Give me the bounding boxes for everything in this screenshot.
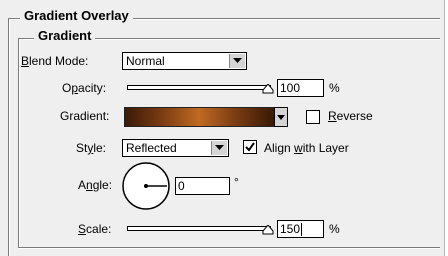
scale-value: 150 (280, 222, 301, 236)
text-cursor (301, 223, 303, 237)
scale-unit: % (329, 222, 340, 236)
align-with-layer-label: Align with Layer (264, 141, 349, 155)
blend-mode-label: Blend Mode: (21, 54, 88, 68)
outer-frame-left-highlight (9, 19, 10, 256)
style-label-text: le: (93, 141, 107, 155)
reverse-checkbox[interactable] (306, 110, 320, 124)
checkmark-icon (245, 142, 255, 152)
opacity-label-text: acity: (78, 81, 107, 95)
chevron-down-icon[interactable] (229, 54, 245, 68)
opacity-slider-thumb[interactable] (262, 84, 274, 94)
style-label-pre: St (76, 141, 88, 155)
opacity-label-pre: O (62, 81, 72, 95)
angle-label: Angle: (78, 178, 112, 192)
align-with-layer-checkbox[interactable] (243, 140, 257, 154)
opacity-unit: % (329, 81, 340, 95)
scale-label: Scale: (78, 222, 111, 236)
style-label: Style: (76, 141, 106, 155)
scale-slider-thumb[interactable] (262, 225, 274, 235)
blend-mode-label-text: lend Mode: (29, 54, 89, 68)
reverse-mnemonic: R (328, 109, 337, 123)
section-title: Gradient Overlay (20, 8, 133, 23)
angle-label-pre: A (78, 178, 87, 192)
gradient-picker-button[interactable] (274, 107, 288, 127)
scale-input[interactable]: 150 (277, 220, 324, 238)
blend-mode-value: Normal (126, 54, 165, 68)
angle-input[interactable]: 0 (175, 177, 230, 195)
angle-dial[interactable] (120, 160, 172, 212)
group-title: Gradient (34, 28, 96, 43)
scale-label-text: cale: (86, 222, 112, 236)
blend-mode-mnemonic: B (21, 54, 30, 68)
gradient-overlay-panel: Gradient Overlay Gradient Blend Mode: No… (0, 0, 445, 256)
chevron-down-icon[interactable] (211, 141, 227, 155)
angle-unit: ° (234, 175, 239, 189)
gradient-preview[interactable] (124, 107, 274, 127)
style-select[interactable]: Reflected (122, 139, 229, 157)
reverse-label: Reverse (328, 109, 373, 123)
scale-mnemonic: S (78, 222, 87, 236)
angle-label-text: gle: (92, 178, 113, 192)
gradient-label: Gradient: (60, 109, 110, 123)
scale-slider-track[interactable] (127, 226, 271, 231)
opacity-slider-track[interactable] (127, 85, 271, 90)
align-mnemonic: w (294, 141, 303, 155)
opacity-label: Opacity: (62, 81, 106, 95)
inner-frame-left-highlight (19, 39, 20, 248)
opacity-input[interactable]: 100 (277, 79, 324, 97)
angle-mnemonic: n (86, 178, 93, 192)
chevron-down-icon (277, 115, 285, 120)
style-value: Reflected (126, 141, 177, 155)
align-label-pre: Align (264, 141, 295, 155)
align-label-text: ith Layer (302, 141, 349, 155)
inner-frame-bottom-highlight (18, 248, 440, 249)
blend-mode-select[interactable]: Normal (122, 52, 247, 70)
reverse-label-text: everse (336, 109, 373, 123)
